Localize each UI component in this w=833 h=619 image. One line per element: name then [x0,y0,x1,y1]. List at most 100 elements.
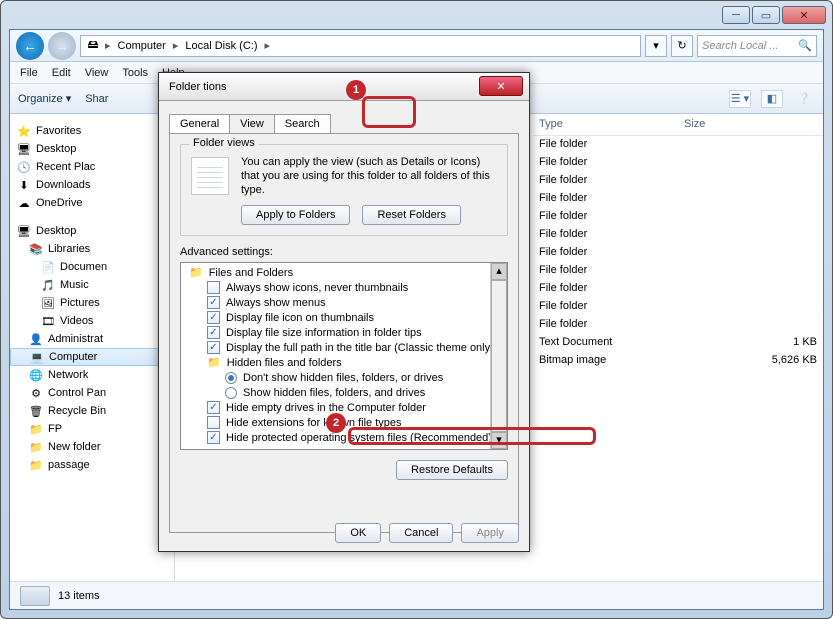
tree-network[interactable]: 🌐Network [10,366,174,384]
radio-icon[interactable] [225,372,237,384]
desktop-header[interactable]: 🖥Desktop [10,222,174,240]
tree-computer[interactable]: 💻Computer [10,348,174,366]
adv-check-item[interactable]: ✓Hide protected operating system files (… [185,430,503,445]
checkbox-icon[interactable] [207,281,220,294]
tree-pictures[interactable]: 🖼Pictures [10,294,174,312]
adv-radio-item[interactable]: Show hidden files, folders, and drives [185,385,503,400]
cell-type: File folder [533,192,678,210]
cell-size [678,210,823,228]
list-row[interactable]: File folder [533,192,823,210]
maximize-button[interactable]: ▭ [752,6,780,24]
tree-control-panel[interactable]: ⚙Control Pan [10,384,174,402]
folder-views-group: Folder views You can apply the view (suc… [180,144,508,236]
forward-button[interactable]: → [48,32,76,60]
menu-tools[interactable]: Tools [122,67,148,79]
tree-documents[interactable]: 📄Documen [10,258,174,276]
back-button[interactable]: ← [16,32,44,60]
checkbox-icon[interactable]: ✓ [207,311,220,324]
search-input[interactable]: Search Local ... 🔍 [697,35,817,57]
adv-item-label: Hide empty drives in the Computer folder [226,402,426,414]
tree-desktop[interactable]: 🖥Desktop [10,140,174,158]
adv-radio-item[interactable]: Don't show hidden files, folders, or dri… [185,370,503,385]
list-row[interactable]: File folder [533,282,823,300]
folder-icon: 📁 [28,457,44,473]
history-dropdown[interactable]: ▾ [645,35,667,57]
music-icon: 🎵 [40,277,56,293]
apply-button[interactable]: Apply [461,523,519,543]
col-size[interactable]: Size [678,116,823,135]
adv-check-item[interactable]: ✓ Hide empty drives in the Computer folde… [185,400,503,415]
cell-type: File folder [533,300,678,318]
checkbox-icon[interactable]: ✓ [207,341,220,354]
tree-music[interactable]: 🎵Music [10,276,174,294]
tree-fp[interactable]: 📁FP [10,420,174,438]
breadcrumb-computer[interactable]: Computer [115,40,169,52]
preview-pane-button[interactable]: ◧ [761,90,783,108]
tree-videos[interactable]: 🎞Videos [10,312,174,330]
tree-onedrive[interactable]: ☁OneDrive [10,194,174,212]
col-type[interactable]: Type [533,116,678,135]
favorites-header[interactable]: ⭐Favorites [10,122,174,140]
tab-search[interactable]: Search [274,114,331,133]
checkbox-icon[interactable]: ✓ [207,431,220,444]
dialog-close-button[interactable]: ✕ [479,76,523,96]
cancel-button[interactable]: Cancel [389,523,453,543]
ok-button[interactable]: OK [335,523,381,543]
tree-downloads[interactable]: ⬇Downloads [10,176,174,194]
list-row[interactable]: Text Document1 KB [533,336,823,354]
list-row[interactable]: File folder [533,246,823,264]
adv-check-item[interactable]: ✓Always show menus [185,295,503,310]
tree-libraries[interactable]: 📚Libraries [10,240,174,258]
radio-icon[interactable] [225,387,237,399]
adv-check-item[interactable]: ✓Display file size information in folder… [185,325,503,340]
menu-file[interactable]: File [20,67,38,79]
apply-to-folders-button[interactable]: Apply to Folders [241,205,350,225]
tree-newfolder[interactable]: 📁New folder [10,438,174,456]
videos-icon: 🎞 [40,313,56,329]
scroll-down-icon[interactable]: ▾ [491,432,507,449]
adv-check-item[interactable]: Always show icons, never thumbnails [185,280,503,295]
adv-check-item[interactable]: ✓ Display file icon on thumbnails [185,310,503,325]
minimize-button[interactable]: ─ [722,6,750,24]
breadcrumb-drive[interactable]: Local Disk (C:) [182,40,260,52]
list-row[interactable]: File folder [533,228,823,246]
tree-recycle[interactable]: 🗑Recycle Bin [10,402,174,420]
scroll-track[interactable] [491,280,507,432]
scroll-up-icon[interactable]: ▴ [491,263,507,280]
tab-general[interactable]: General [169,114,230,133]
cell-size [678,228,823,246]
tab-view[interactable]: View [229,114,275,133]
checkbox-icon[interactable]: ✓ [207,401,220,414]
address-bar[interactable]: 🖴 ▸ Computer ▸ Local Disk (C:) ▸ [80,35,641,57]
tree-passage[interactable]: 📁passage [10,456,174,474]
close-button[interactable]: ✕ [782,6,826,24]
refresh-button[interactable]: ↻ [671,35,693,57]
list-row[interactable]: File folder [533,264,823,282]
search-icon: 🔍 [798,39,812,52]
list-row[interactable]: File folder [533,156,823,174]
menu-edit[interactable]: Edit [52,67,71,79]
list-row[interactable]: File folder [533,174,823,192]
scrollbar[interactable]: ▴ ▾ [490,263,507,449]
search-placeholder: Search Local ... [702,40,778,52]
checkbox-icon[interactable] [207,416,220,429]
checkbox-icon[interactable]: ✓ [207,296,220,309]
list-row[interactable]: Bitmap image5,626 KB [533,354,823,372]
tree-admin[interactable]: 👤Administrat [10,330,174,348]
list-row[interactable]: File folder [533,318,823,336]
view-mode-button[interactable]: ☰ ▾ [729,90,751,108]
adv-check-item[interactable]: ✓Display the full path in the title bar … [185,340,503,355]
reset-folders-button[interactable]: Reset Folders [362,205,460,225]
tree-recent[interactable]: 🕓Recent Plac [10,158,174,176]
list-row[interactable]: File folder [533,210,823,228]
list-row[interactable]: File folder [533,138,823,156]
dialog-titlebar[interactable]: Folder tions ✕ [159,73,529,101]
checkbox-icon[interactable]: ✓ [207,326,220,339]
menu-view[interactable]: View [85,67,109,79]
organize-menu[interactable]: Organize ▾ [18,92,71,105]
share-menu[interactable]: Shar [85,93,108,105]
list-row[interactable]: File folder [533,300,823,318]
restore-defaults-button[interactable]: Restore Defaults [396,460,508,480]
help-button[interactable]: ❔ [793,90,815,108]
adv-item-label: Display file icon on thumbnails [226,312,374,324]
